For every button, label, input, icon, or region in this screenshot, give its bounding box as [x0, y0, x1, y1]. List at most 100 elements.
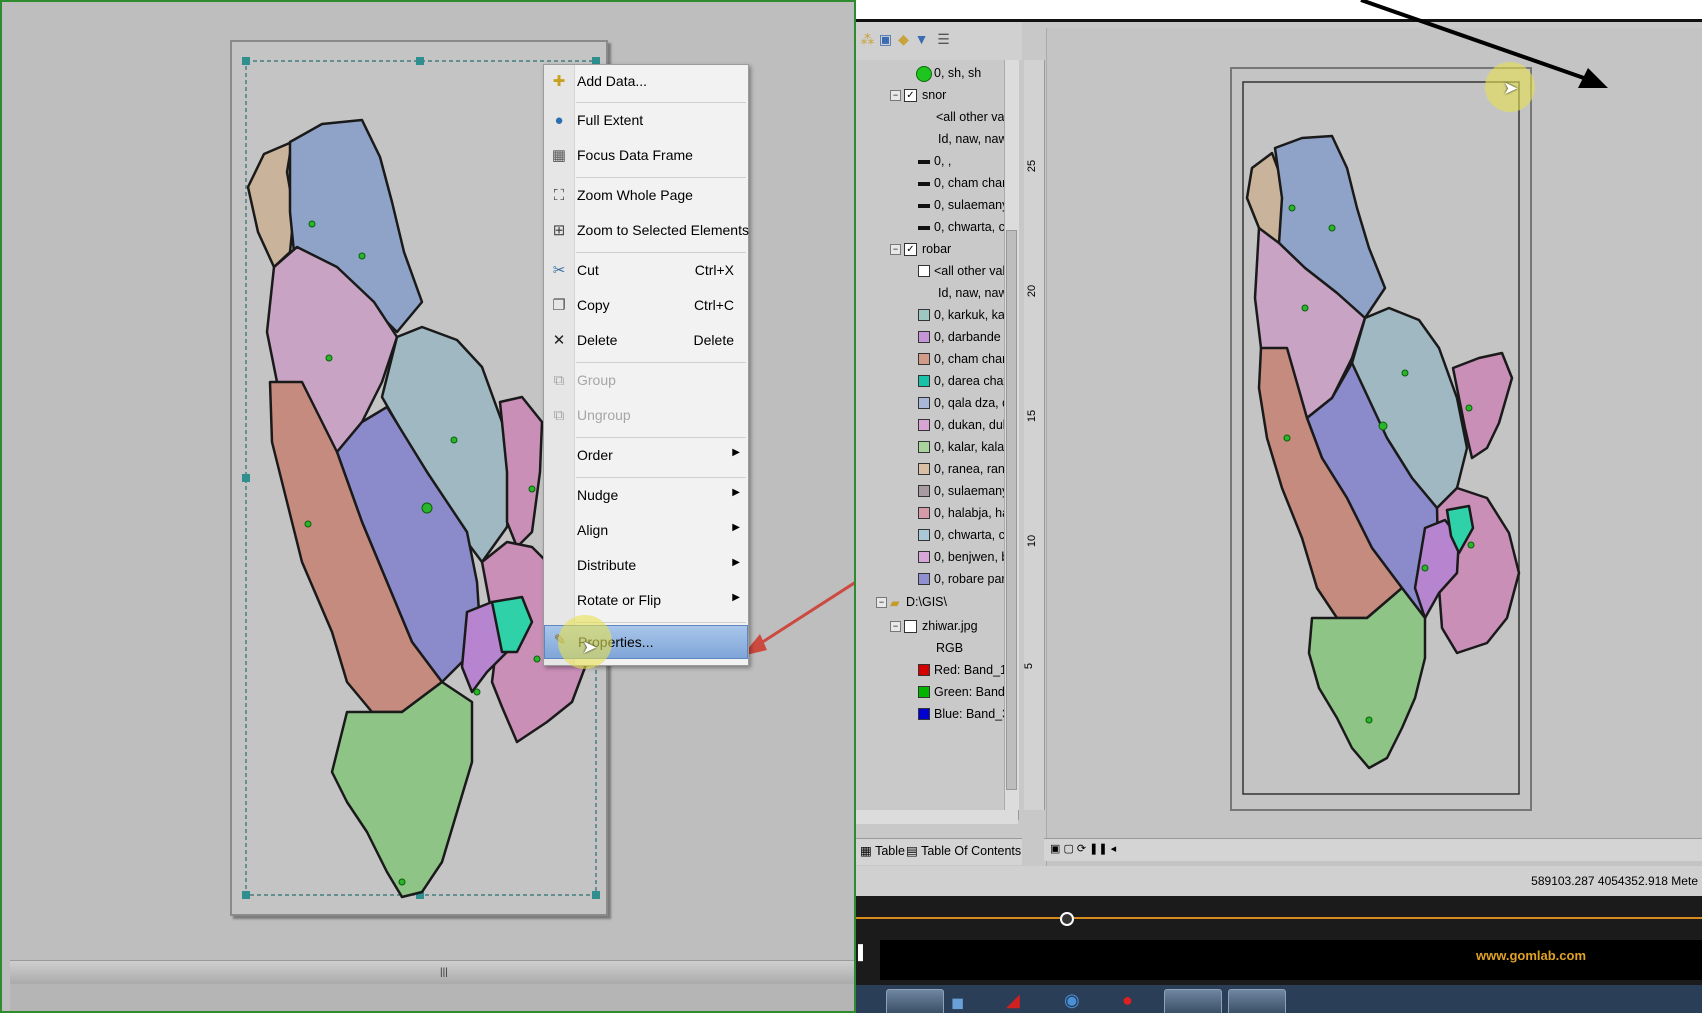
zoom-selected-icon: ⊞: [552, 222, 566, 239]
scroll-thumb[interactable]: [1006, 230, 1017, 790]
left-layout-view: ✚ Add Data... ● Full Extent ▦ Focus Data…: [0, 0, 856, 1013]
layer-visibility-checkbox[interactable]: [904, 620, 917, 633]
menu-item-group: ⧉ Group: [544, 366, 748, 396]
submenu-arrow-icon: ▶: [732, 447, 740, 458]
taskbar-explorer-button[interactable]: [886, 989, 944, 1013]
toc-legend-item: 0, ,: [856, 151, 1006, 173]
mouse-pointer-icon: ➤: [582, 637, 598, 657]
tab-table-of-contents[interactable]: ▤ Table Of Contents: [906, 843, 1021, 861]
fill-symbol-icon: [918, 485, 930, 497]
menu-separator: [576, 252, 746, 253]
left-bottom-strip: [10, 984, 854, 1011]
seek-bar[interactable]: [856, 917, 1702, 919]
menu-item-full-extent[interactable]: ● Full Extent: [544, 106, 748, 136]
menu-separator: [576, 362, 746, 363]
toc-tab-strip: ▦ Table ▤ Table Of Contents: [856, 838, 1022, 865]
fill-symbol-icon: [918, 309, 930, 321]
fill-symbol-icon: [918, 441, 930, 453]
fill-symbol-icon: [918, 463, 930, 475]
layout-view[interactable]: ➤: [1046, 28, 1702, 878]
submenu-arrow-icon: ▶: [732, 487, 740, 498]
table-of-contents: 0, sh, sh −✓snor <all other value Id, na…: [856, 60, 1019, 820]
collapse-icon[interactable]: −: [890, 244, 901, 255]
fill-symbol-icon: [918, 573, 930, 585]
toc-legend-item: 0, cham chamal: [856, 173, 1006, 195]
toc-legend-item: 0, chwarta, chw: [856, 525, 1006, 547]
menu-item-rotate-or-flip[interactable]: Rotate or Flip ▶: [544, 586, 748, 616]
context-menu: ✚ Add Data... ● Full Extent ▦ Focus Data…: [543, 64, 749, 666]
right-map-canvas: [1230, 67, 1532, 811]
fill-symbol-icon: [918, 353, 930, 365]
toc-folder-gis[interactable]: − ▰ D:\GIS\: [856, 592, 1006, 614]
layout-nav-icons[interactable]: ▣ ▢ ⟳ ❚❚ ◂: [1050, 842, 1116, 855]
toc-legend-item: 0, darbande xar: [856, 327, 1006, 349]
layer-visibility-checkbox[interactable]: ✓: [904, 243, 917, 256]
taskbar-active-button[interactable]: [1164, 989, 1222, 1013]
toc-horizontal-scrollbar[interactable]: [856, 810, 1018, 824]
horizontal-scrollbar[interactable]: |||: [10, 960, 854, 985]
menu-separator: [576, 177, 746, 178]
menu-item-nudge[interactable]: Nudge ▶: [544, 481, 748, 511]
right-arcmap-window: ⁂ ▣ ◆ ▼ ☰ 0, sh, sh − ✓ snor <all other va…: [856, 0, 1702, 1013]
toc-layer-zhiwar[interactable]: − zhiwar.jpg: [856, 616, 1006, 638]
fill-symbol-icon: [918, 419, 930, 431]
fill-symbol-icon: [918, 331, 930, 343]
delete-x-icon: ✕: [552, 332, 566, 349]
toc-legend-item: 0, robare parezg: [856, 569, 1006, 591]
blue-band-symbol-icon: [918, 708, 930, 720]
submenu-arrow-icon: ▶: [732, 522, 740, 533]
toc-legend-item: 0, qala dza, qala: [856, 393, 1006, 415]
collapse-icon[interactable]: −: [890, 621, 901, 632]
menu-item-copy[interactable]: ❐ Copy Ctrl+C: [544, 291, 748, 321]
focus-frame-icon: ▦: [551, 147, 567, 164]
region-tan: [246, 140, 296, 269]
toc-legend-item: <all other value: [856, 261, 1006, 283]
line-symbol-icon: [918, 182, 930, 186]
menu-item-ungroup: ⧉ Ungroup: [544, 401, 748, 431]
toc-legend-item: Blue: Band_3: [856, 704, 1006, 726]
toc-legend-item: 0, darea chay da: [856, 371, 1006, 393]
collapse-icon[interactable]: −: [876, 597, 887, 608]
submenu-arrow-icon: ▶: [732, 557, 740, 568]
tutorial-arrow-red: [746, 581, 854, 654]
status-bar: 589103.287 4054352.918 Mete: [856, 866, 1702, 896]
gomlab-url: www.gomlab.com: [1475, 948, 1587, 963]
menu-item-focus-data-frame[interactable]: ▦ Focus Data Frame: [544, 141, 748, 171]
folder-icon: ▰: [890, 596, 900, 610]
region-green: [330, 680, 474, 899]
toc-layer-robar[interactable]: − ✓ robar: [856, 239, 1006, 261]
scissors-icon: ✂: [552, 262, 566, 279]
globe-icon: ●: [554, 112, 564, 129]
line-symbol-icon: [918, 160, 930, 164]
seek-knob[interactable]: [1060, 912, 1074, 926]
toc-legend-item: 0, dukan, dukan: [856, 415, 1006, 437]
toc-legend-item: 0, ranea, ranea: [856, 459, 1006, 481]
taskbar-app-icon[interactable]: ◼: [951, 993, 964, 1013]
menu-item-zoom-whole-page[interactable]: ⛶ Zoom Whole Page: [544, 181, 748, 211]
toc-legend-item: 0, sulaemany, su: [856, 195, 1006, 217]
coordinate-readout: 589103.287 4054352.918 Mete: [1531, 874, 1698, 888]
fill-symbol-icon: [918, 529, 930, 541]
menu-item-cut[interactable]: ✂ Cut Ctrl+X: [544, 256, 748, 286]
copy-icon: ❐: [552, 297, 566, 314]
fill-symbol-icon: [918, 507, 930, 519]
green-band-symbol-icon: [918, 686, 930, 698]
taskbar-active-button[interactable]: [1228, 989, 1286, 1013]
layout-toolbar-scrollbar[interactable]: ▣ ▢ ⟳ ❚❚ ◂: [1044, 838, 1702, 861]
menu-item-distribute[interactable]: Distribute ▶: [544, 551, 748, 581]
taskbar-app-icon[interactable]: ◉: [1064, 990, 1080, 1011]
menu-item-order[interactable]: Order ▶: [544, 441, 748, 471]
menu-item-align[interactable]: Align ▶: [544, 516, 748, 546]
menu-item-add-data[interactable]: ✚ Add Data...: [544, 67, 748, 97]
scroll-grip-icon: |||: [440, 967, 448, 978]
toc-legend-item: Id, naw, naw: [938, 286, 1006, 300]
taskbar-app-icon[interactable]: ●: [1122, 990, 1133, 1011]
menu-item-zoom-selected[interactable]: ⊞ Zoom to Selected Elements: [544, 216, 749, 246]
submenu-arrow-icon: ▶: [732, 592, 740, 603]
line-symbol-icon: [918, 204, 930, 208]
tab-table[interactable]: ▦ Table: [860, 843, 905, 861]
taskbar-app-icon[interactable]: ◢: [1006, 990, 1020, 1011]
menu-item-delete[interactable]: ✕ Delete Delete: [544, 326, 748, 356]
toc-vertical-scrollbar[interactable]: [1004, 60, 1019, 810]
menu-separator: [576, 102, 746, 103]
